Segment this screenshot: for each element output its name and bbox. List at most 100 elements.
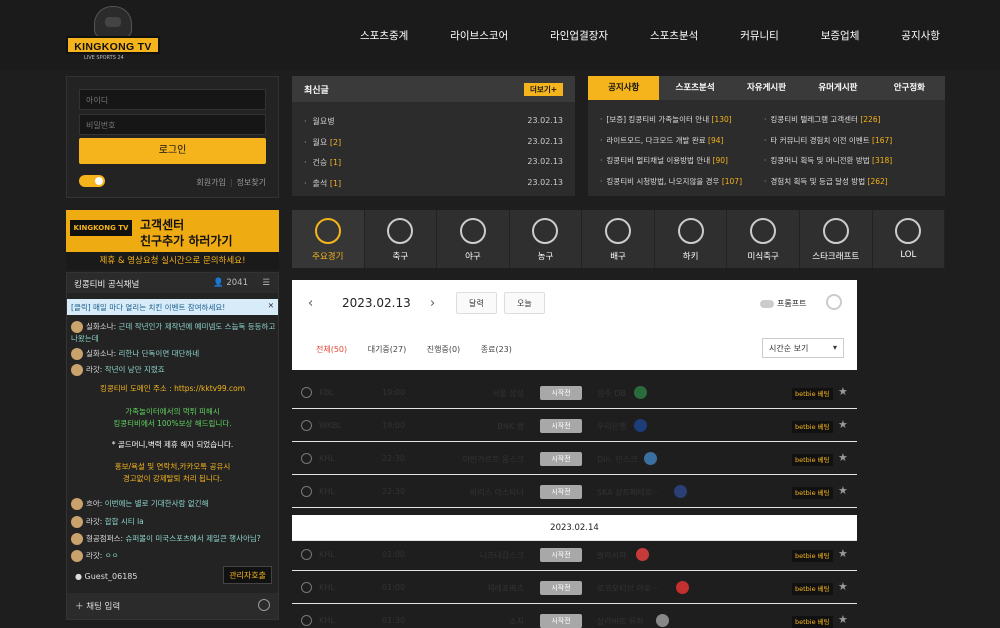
- prev-date-icon[interactable]: ‹: [308, 296, 313, 311]
- game-row[interactable]: KHL 01:00 체레포베츠 시작전 로코모티브 야로··· betbie 베…: [292, 572, 857, 604]
- nav-community[interactable]: 커뮤니티: [740, 28, 779, 43]
- game-row[interactable]: WKBL 19:00 BNK 썸 시작전 우리은행 betbie 베팅 ★: [292, 410, 857, 442]
- sport-baseball[interactable]: 야구: [437, 210, 510, 268]
- tab-humor[interactable]: 유머게시판: [802, 76, 873, 100]
- today-button[interactable]: 오늘: [504, 292, 545, 314]
- next-date-icon[interactable]: ›: [430, 296, 435, 311]
- star-icon[interactable]: ★: [838, 451, 848, 464]
- game-row[interactable]: KHL 01:00 니즈네캄스크 시작전 발라시하 betbie 베팅 ★: [292, 539, 857, 571]
- theme-toggle[interactable]: [79, 175, 105, 187]
- betbie-badge[interactable]: betbie 베팅: [792, 388, 833, 400]
- star-icon[interactable]: ★: [838, 418, 848, 431]
- call-admin-button[interactable]: 관리자호출: [223, 566, 272, 584]
- tab-eye[interactable]: 안구정화: [874, 76, 945, 100]
- chat-message: 실화소나: 근데 작년인가 제작년에 예미넴도 스눕독 등등하고 나왔는데: [71, 321, 276, 343]
- post-row[interactable]: · 출석 [1] 23.02.13: [304, 178, 563, 189]
- game-row[interactable]: KHL 22:30 바리스 아스타나 시작전 SKA 상트페테르··· betb…: [292, 476, 857, 508]
- board-item[interactable]: · 킹콩티비 멀티채널 이용방법 안내 [90]: [600, 155, 728, 166]
- betbie-badge[interactable]: betbie 베팅: [792, 487, 833, 499]
- star-icon[interactable]: ★: [838, 613, 848, 626]
- star-icon[interactable]: ★: [838, 385, 848, 398]
- game-row[interactable]: KBL 19:00 서울 삼성 시작전 원주 DB betbie 베팅 ★: [292, 377, 857, 409]
- login-button[interactable]: 로그인: [79, 138, 266, 164]
- tab-notice[interactable]: 공지사항: [588, 76, 660, 100]
- betbie-badge[interactable]: betbie 베팅: [792, 616, 833, 628]
- betbie-badge[interactable]: betbie 베팅: [792, 454, 833, 466]
- nav-notice[interactable]: 공지사항: [901, 28, 940, 43]
- find-info-link[interactable]: 정보찾기: [237, 178, 266, 187]
- board-item[interactable]: · 타 커뮤니티 경험치 이전 이벤트 [167]: [764, 135, 892, 146]
- avatar: [71, 321, 83, 333]
- hamburger-menu-icon[interactable]: ☰: [262, 278, 270, 288]
- chat-notice[interactable]: [클릭] 매일 마다 열리는 치킨 이벤트 참여하세요! ✕: [67, 299, 278, 315]
- more-button[interactable]: 더보기+: [524, 83, 563, 96]
- site-logo[interactable]: KINGKONG TV LIVE SPORTS 24: [66, 6, 162, 62]
- betbie-badge[interactable]: betbie 베팅: [792, 583, 833, 595]
- chat-title: 킹콩티비 공식채널: [74, 280, 140, 290]
- starcraft-icon: [822, 218, 849, 244]
- game-row[interactable]: KHL 01:30 소치 시작전 살라바트 유파 betbie 베팅 ★: [292, 605, 857, 628]
- sport-lol[interactable]: LOL: [873, 210, 946, 268]
- nav-sports-broadcast[interactable]: 스포츠중계: [360, 28, 408, 43]
- nav-live-score[interactable]: 라이브스코어: [450, 28, 508, 43]
- nav-sports-analysis[interactable]: 스포츠분석: [650, 28, 698, 43]
- nav-lineup[interactable]: 라인업결장자: [550, 28, 608, 43]
- filter-waiting[interactable]: 대기중(27): [368, 345, 407, 354]
- sport-basketball[interactable]: 농구: [510, 210, 583, 268]
- filter-finished[interactable]: 종료(23): [481, 345, 512, 354]
- star-icon[interactable]: ★: [838, 484, 848, 497]
- nav-guarantee[interactable]: 보증업체: [821, 28, 860, 43]
- board-item[interactable]: · 킹콩머니 획득 및 머니전환 방법 [318]: [764, 155, 892, 166]
- filter-all[interactable]: 전체(50): [316, 345, 347, 354]
- calendar-button[interactable]: 달력: [456, 292, 497, 314]
- sport-starcraft[interactable]: 스타크래프트: [800, 210, 873, 268]
- sport-soccer[interactable]: 축구: [365, 210, 438, 268]
- chat-input[interactable]: ＋ 채팅 입력: [67, 593, 278, 619]
- soccer-ball-icon: [387, 218, 414, 244]
- sport-hockey[interactable]: 하키: [655, 210, 728, 268]
- latest-header: 최신글 더보기+: [292, 76, 575, 102]
- board-tabs: 공지사항 스포츠분석 자유게시판 유머게시판 안구정화: [588, 76, 945, 100]
- betbie-badge[interactable]: betbie 베팅: [792, 421, 833, 433]
- board-item[interactable]: · [보증] 킹콩티비 가족놀이터 안내 [130]: [600, 114, 732, 125]
- lol-icon: [895, 218, 922, 244]
- id-input[interactable]: 아이디: [79, 89, 266, 110]
- toggle-switch[interactable]: [760, 299, 774, 308]
- post-row[interactable]: · 월요병 23.02.13: [304, 116, 563, 127]
- close-icon[interactable]: ✕: [268, 301, 274, 310]
- signup-link[interactable]: 회원가입: [196, 178, 225, 187]
- board-item[interactable]: · 라이트모드, 다크모드 개발 완료 [94]: [600, 135, 723, 146]
- sort-select[interactable]: 시간순 보기 ▾: [762, 338, 844, 358]
- team-logo-icon: [656, 614, 669, 627]
- sport-featured[interactable]: 주요경기: [292, 210, 365, 268]
- star-icon[interactable]: ★: [838, 580, 848, 593]
- banner-caption: 제휴 & 영상요청 실시간으로 문의하세요!: [66, 252, 279, 270]
- login-links: 회원가입 | 정보찾기: [196, 178, 266, 187]
- board-item[interactable]: · 경험치 획득 및 등급 달성 방법 [262]: [764, 176, 888, 187]
- game-row[interactable]: KHL 22:30 아반가르트 옴스크 시작전 Din. 민스크 betbie …: [292, 443, 857, 475]
- sport-volleyball[interactable]: 배구: [582, 210, 655, 268]
- sport-football[interactable]: 미식축구: [727, 210, 800, 268]
- filter-live[interactable]: 진행중(0): [427, 345, 460, 354]
- emoji-icon[interactable]: [258, 599, 270, 611]
- plus-icon[interactable]: ＋: [75, 602, 84, 612]
- customer-center-banner[interactable]: KINGKONG TV 고객센터 친구추가 하러가기 제휴 & 영상요청 실시간…: [66, 210, 279, 270]
- betbie-badge[interactable]: betbie 베팅: [792, 550, 833, 562]
- tab-analysis[interactable]: 스포츠분석: [659, 76, 730, 100]
- basketball-icon: [301, 387, 312, 398]
- hockey-sticks-icon: [677, 218, 704, 244]
- post-row[interactable]: · 월요 [2] 23.02.13: [304, 137, 563, 148]
- avatar: [71, 516, 83, 528]
- star-icon[interactable]: ★: [838, 547, 848, 560]
- prompt-toggle[interactable]: 프롬프트: [760, 298, 806, 309]
- gorilla-logo-icon: [94, 6, 132, 38]
- tab-free[interactable]: 자유게시판: [731, 76, 802, 100]
- post-row[interactable]: · 건승 [1] 23.02.13: [304, 157, 563, 168]
- board-item[interactable]: · 킹콩티비 시청방법, 나오지않을 경우 [107]: [600, 176, 742, 187]
- board-item[interactable]: · 킹콩티비 텔레그램 고객센터 [226]: [764, 114, 881, 125]
- football-icon: [750, 218, 777, 244]
- viewer-count: 👤 2041: [213, 278, 248, 288]
- current-date: 2023.02.13: [342, 296, 411, 310]
- password-input[interactable]: 비밀번호: [79, 114, 266, 135]
- refresh-icon[interactable]: [826, 294, 842, 310]
